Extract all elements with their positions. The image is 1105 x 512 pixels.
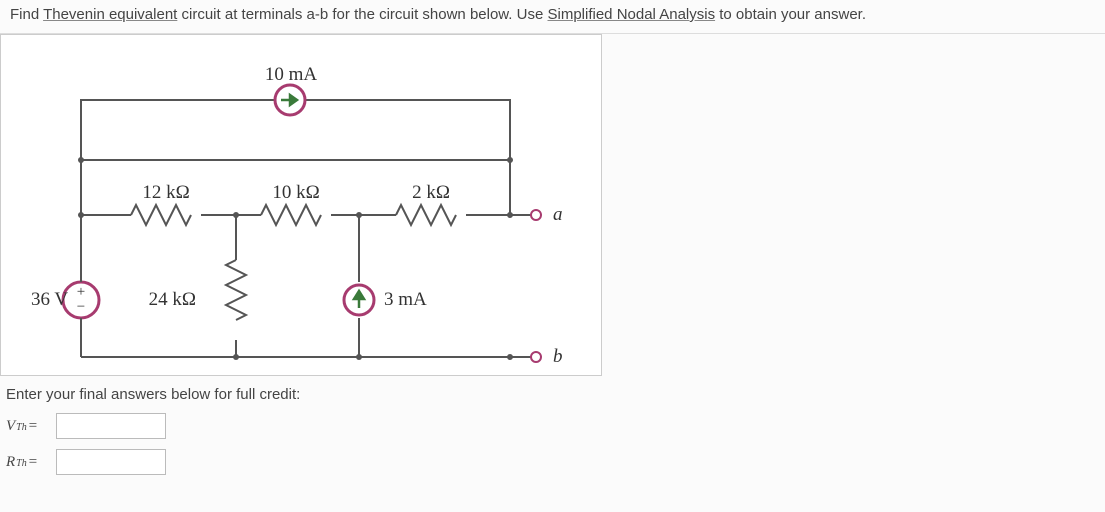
question-prompt: Find Thevenin equivalent circuit at term…: [0, 0, 1105, 34]
work-area: + − 10 mA 12 kΩ 10 kΩ 2 kΩ 24 kΩ 3 mA 36…: [0, 34, 1105, 489]
thevenin-link: Thevenin equivalent: [43, 6, 177, 23]
label-r2: 2 kΩ: [412, 182, 450, 203]
answer-instructions: Enter your final answers below for full …: [6, 386, 1099, 403]
eq-sign: =: [28, 418, 38, 435]
rth-label: RTh =: [6, 454, 50, 471]
label-r12: 12 kΩ: [142, 182, 189, 203]
vth-input[interactable]: [56, 413, 166, 439]
circuit-diagram: + − 10 mA 12 kΩ 10 kΩ 2 kΩ 24 kΩ 3 mA 36…: [0, 34, 602, 376]
label-i-top: 10 mA: [265, 64, 318, 85]
label-vsrc: 36 V: [31, 289, 68, 310]
label-i3: 3 mA: [384, 289, 427, 310]
rth-sub: Th: [16, 458, 27, 469]
eq-sign: =: [28, 454, 38, 471]
label-r10: 10 kΩ: [272, 182, 319, 203]
vsrc-minus: −: [77, 299, 85, 315]
vth-sym: V: [6, 418, 15, 435]
answer-section: Enter your final answers below for full …: [0, 382, 1105, 489]
terminal-b: b: [553, 346, 563, 367]
terminal-a: a: [553, 204, 563, 225]
nodal-link: Simplified Nodal Analysis: [548, 6, 716, 23]
vsrc-plus: +: [77, 284, 85, 300]
prompt-text: circuit at terminals a-b for the circuit…: [177, 6, 547, 23]
prompt-text: Find: [10, 6, 43, 23]
vth-label: VTh =: [6, 418, 50, 435]
prompt-text: to obtain your answer.: [715, 6, 866, 23]
rth-sym: R: [6, 454, 15, 471]
label-r24: 24 kΩ: [149, 289, 196, 310]
rth-input[interactable]: [56, 449, 166, 475]
vth-row: VTh =: [6, 413, 1099, 439]
vth-sub: Th: [16, 422, 27, 433]
rth-row: RTh =: [6, 449, 1099, 475]
